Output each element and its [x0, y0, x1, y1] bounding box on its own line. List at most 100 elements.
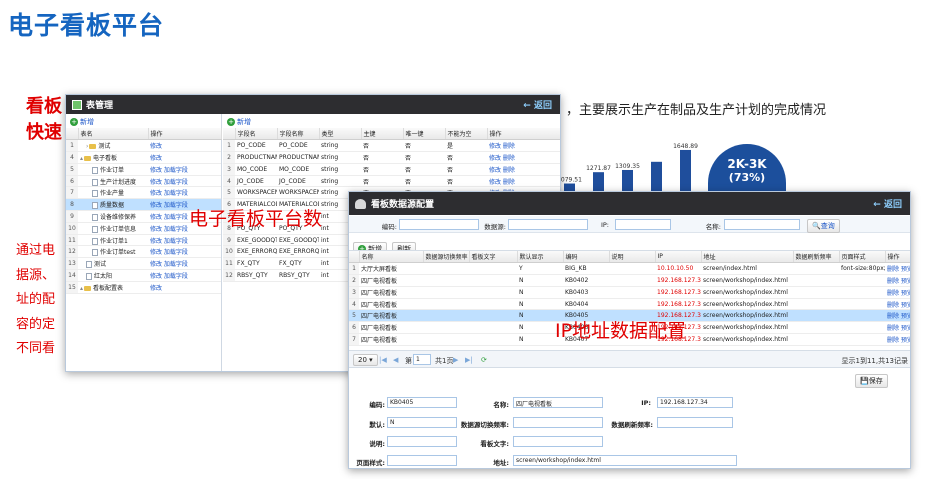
field-row[interactable]: 1 PO_CODE PO_CODE string 否否是修改 删除 — [223, 139, 560, 153]
config-cell-ops[interactable]: 删除 预览 — [885, 333, 910, 346]
config-header: 编码 — [563, 251, 610, 264]
tree-node[interactable]: 作业订单 — [78, 163, 148, 176]
board-text-field[interactable] — [513, 436, 603, 447]
field-row[interactable]: 3 MO_CODE MO_CODE string 否否否修改 删除 — [223, 163, 560, 176]
tree-row[interactable]: 13 测试 修改 加载字段 — [66, 257, 221, 271]
tree-row[interactable]: 15 ▴ 看板配置表 修改 — [66, 281, 221, 294]
config-row[interactable]: 4 四厂电视看板 N KB0404 192.168.127.33 screen/works… — [349, 298, 910, 311]
field-ops[interactable]: 修改 删除 — [487, 151, 560, 164]
tree-node[interactable]: 作业产量 — [78, 186, 148, 200]
tree-node[interactable]: 作业订单test — [78, 245, 148, 259]
tree-node[interactable]: 作业订单1 — [78, 234, 148, 247]
tree-row[interactable]: 5 作业订单 修改 加载字段 — [66, 163, 221, 176]
tree-ops[interactable]: 修改 加载字段 — [148, 245, 221, 259]
back-button[interactable]: ← 返回 — [523, 98, 552, 111]
field-cell: PO_CODE — [277, 139, 319, 153]
config-cell-sw — [423, 333, 469, 346]
reload-icon[interactable]: ⟳ — [481, 356, 487, 364]
tree-ops[interactable]: 修改 加载字段 — [148, 269, 221, 282]
name-field[interactable]: 四厂电视看板 — [513, 397, 603, 408]
config-back-button[interactable]: ← 返回 — [873, 197, 902, 210]
config-cell-ip: 192.168.127.33 — [655, 298, 701, 311]
fields-add-button[interactable]: 新增 — [237, 118, 251, 126]
config-cell-style — [839, 321, 885, 335]
config-cell-ops[interactable]: 删除 预览 — [885, 309, 910, 323]
tree-ops[interactable]: 修改 加载字段 — [148, 175, 221, 188]
tree-ops[interactable]: 修改 加载字段 — [148, 163, 221, 176]
window-icon — [72, 99, 82, 110]
tree-row[interactable]: 4 ▴ 电子看板 修改 — [66, 151, 221, 164]
filter-code-input[interactable] — [399, 219, 479, 230]
bubble-line2: (73%) — [728, 171, 766, 184]
tree-node[interactable]: 红太阳 — [78, 269, 148, 282]
ip-field[interactable]: 192.168.127.34 — [657, 397, 733, 408]
config-cell-name: 四厂电视看板 — [359, 274, 423, 287]
page-size-select[interactable]: 20 ▾ — [353, 354, 378, 366]
next-page-icon[interactable]: ▶ — [453, 356, 458, 364]
last-page-icon[interactable]: ▶| — [465, 356, 473, 364]
expand-icon[interactable]: › — [86, 143, 88, 150]
tree-node[interactable]: 生产计划进度 — [78, 175, 148, 188]
tree-add-button[interactable]: 新增 — [80, 118, 94, 126]
address-field[interactable]: screen/workshop/index.html — [513, 455, 737, 466]
field-ops[interactable]: 修改 删除 — [487, 175, 560, 188]
fields-header: 类型 — [319, 128, 362, 141]
tree-ops[interactable]: 修改 — [148, 151, 221, 164]
desc-field[interactable] — [387, 436, 457, 447]
tree-node[interactable]: 质量数据 — [78, 198, 148, 212]
field-row[interactable]: 2PRODUCTNAMEPRODUCTNAMEstring否否否修改 删除 — [223, 151, 560, 164]
expand-icon[interactable]: ▴ — [80, 155, 83, 162]
filter-name-input[interactable] — [724, 219, 800, 230]
tree-node[interactable]: 作业订单信息 — [78, 222, 148, 235]
tree-row[interactable]: 6 生产计划进度 修改 加载字段 — [66, 175, 221, 188]
config-cell-ops[interactable]: 删除 预览 — [885, 321, 910, 335]
tree-node-label: 质量数据 — [100, 202, 125, 210]
tree-ops[interactable]: 修改 — [148, 281, 221, 294]
tree-row[interactable]: 11 作业订单1 修改 加载字段 — [66, 234, 221, 247]
config-cell-ops[interactable]: 删除 预览 — [885, 298, 910, 311]
tree-row[interactable]: 12 作业订单test 修改 加载字段 — [66, 245, 221, 259]
row-number: 3 — [223, 163, 235, 176]
tree-node[interactable]: ▴ 电子看板 — [78, 151, 148, 164]
code-field[interactable]: KB0405 — [387, 397, 457, 408]
tree-ops[interactable]: 修改 加载字段 — [148, 234, 221, 247]
expand-icon[interactable]: ▴ — [80, 285, 83, 292]
tree-node[interactable]: 设备维修保养 — [78, 210, 148, 223]
tree-node[interactable]: 测试 — [78, 257, 148, 271]
filter-bar: 编码: 数据源: IP: 名称: 🔍查询 — [349, 216, 910, 233]
config-cell-ops[interactable]: 删除 预览 — [885, 286, 910, 299]
field-ops[interactable]: 修改 删除 — [487, 163, 560, 176]
switch-field[interactable] — [513, 417, 603, 428]
field-ops[interactable]: 修改 删除 — [487, 139, 560, 153]
save-button[interactable]: 💾保存 — [855, 374, 888, 388]
default-field[interactable]: N — [387, 417, 457, 428]
style-field[interactable] — [387, 455, 457, 466]
page-input[interactable]: 1 — [413, 354, 431, 365]
tree-ops[interactable]: 修改 加载字段 — [148, 257, 221, 271]
config-row[interactable]: 3 四厂电视看板 N KB0403 192.168.127.32 screen/works… — [349, 286, 910, 299]
config-cell-ops[interactable]: 删除 预览 — [885, 274, 910, 287]
config-header: 数据刷新频率 — [793, 251, 840, 264]
tree-node-label: 作业订单信息 — [100, 225, 137, 233]
first-page-icon[interactable]: |◀ — [379, 356, 387, 364]
prev-page-icon[interactable]: ◀ — [393, 356, 398, 364]
config-cell-ops[interactable]: 删除 预览 — [885, 262, 910, 276]
tree-ops[interactable]: 修改 加载字段 — [148, 186, 221, 200]
filter-ip-input[interactable] — [615, 219, 671, 230]
search-button[interactable]: 🔍查询 — [807, 219, 840, 233]
config-header: 地址 — [701, 251, 794, 264]
tree-ops[interactable]: 修改 — [148, 139, 221, 153]
config-row[interactable]: 2 四厂电视看板 N KB0402 192.168.127.31 screen/works… — [349, 274, 910, 287]
config-cell-def: Y — [517, 262, 563, 276]
tree-row[interactable]: 7 作业产量 修改 加载字段 — [66, 186, 221, 200]
config-row[interactable]: 1 大厅大屏看板 Y BIG_KB 10.10.10.50 screen/index.ht… — [349, 262, 910, 276]
tree-node[interactable]: › 测试 — [78, 139, 148, 153]
row-number: 7 — [66, 186, 78, 200]
filter-source-input[interactable] — [508, 219, 588, 230]
tree-row[interactable]: 14 红太阳 修改 加载字段 — [66, 269, 221, 282]
tree-row[interactable]: 1 › 测试 修改 — [66, 139, 221, 153]
row-number: 13 — [66, 257, 78, 271]
field-row[interactable]: 4 JO_CODE JO_CODE string 否否否修改 删除 — [223, 175, 560, 188]
refresh-rate-field[interactable] — [657, 417, 733, 428]
tree-node[interactable]: ▴ 看板配置表 — [78, 281, 148, 294]
